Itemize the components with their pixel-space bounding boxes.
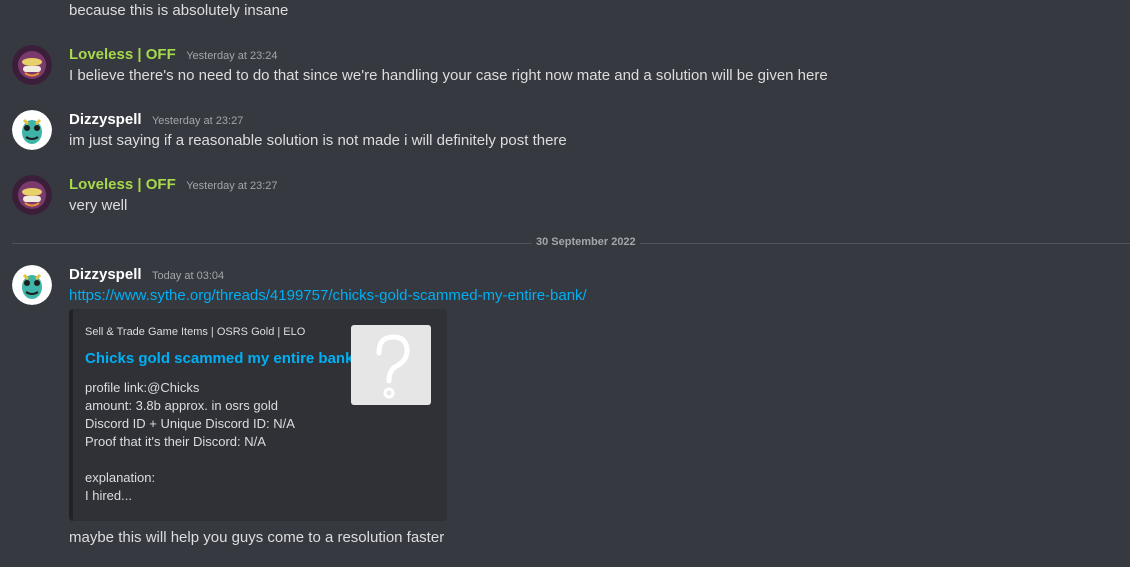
message-content: maybe this will help you guys come to a … [69,529,445,546]
username[interactable]: Dizzyspell [69,266,142,283]
username[interactable]: Loveless | OFF [69,176,176,193]
teal-creature-avatar-icon [12,265,52,305]
user-avatar[interactable] [12,45,52,85]
message-content: very well [69,197,128,214]
timestamp: Yesterday at 23:27 [186,180,278,192]
username[interactable]: Dizzyspell [69,111,142,128]
purple-face-avatar-icon [12,45,52,85]
embed-thumbnail[interactable] [351,325,431,405]
date-divider: 30 September 2022 [532,236,640,248]
embed-description: profile link:@Chicks amount: 3.8b approx… [85,380,295,503]
message-content: because this is absolutely insane [69,2,289,19]
timestamp: Today at 03:04 [151,270,225,282]
embed-title[interactable]: Chicks gold scammed my entire bank [85,350,353,367]
message-content: im just saying if a reasonable solution … [69,132,567,149]
message-content: I believe there's no need to do that sin… [69,67,828,84]
link-embed: Sell & Trade Game Items | OSRS Gold | EL… [69,309,447,521]
timestamp: Yesterday at 23:24 [186,50,278,62]
user-avatar[interactable] [12,265,52,305]
user-avatar[interactable] [12,175,52,215]
purple-face-avatar-icon [12,175,52,215]
username[interactable]: Loveless | OFF [69,46,176,63]
timestamp: Yesterday at 23:27 [151,115,244,127]
user-avatar[interactable] [12,110,52,150]
question-mark-icon [376,334,410,399]
teal-creature-avatar-icon [12,110,52,150]
embed-provider[interactable]: Sell & Trade Game Items | OSRS Gold | EL… [85,326,305,338]
message-link[interactable]: https://www.sythe.org/threads/4199757/ch… [69,287,587,304]
